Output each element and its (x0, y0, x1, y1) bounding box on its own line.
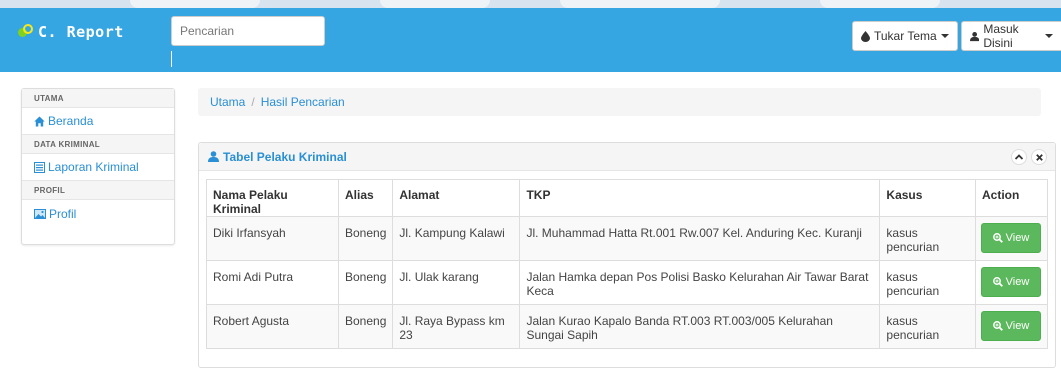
zoom-in-icon (992, 233, 1003, 243)
cell-action: View (974, 304, 1049, 349)
cell-tkp: Jl. Muhammad Hatta Rt.001 Rw.007 Kel. An… (519, 216, 881, 261)
cell-action: View (974, 260, 1049, 305)
cell-alias: Boneng (337, 304, 394, 349)
caret-down-icon (1045, 34, 1053, 38)
text-cursor (171, 51, 172, 67)
sidebar-heading-data-kriminal: DATA KRIMINAL (22, 135, 174, 154)
decor-wave (380, 0, 490, 8)
panel-title: Tabel Pelaku Kriminal (223, 149, 347, 164)
brand-logo[interactable]: C. Report (18, 23, 124, 41)
cell-kasus: kasus pencurian (879, 260, 976, 305)
criminal-table: Nama Pelaku Kriminal Alias Alamat TKP Ka… (206, 179, 1049, 349)
breadcrumb-link-hasil-pencarian[interactable]: Hasil Pencarian (261, 95, 345, 109)
panel-header: Tabel Pelaku Kriminal (199, 143, 1055, 171)
column-header-action: Action (974, 179, 1049, 217)
login-dropdown-button[interactable]: Masuk Disini (961, 21, 1061, 51)
navbar: C. Report Tukar Tema Masuk Disini (0, 8, 1061, 72)
cell-tkp: Jalan Hamka depan Pos Polisi Basko Kelur… (519, 260, 881, 305)
login-button-label: Masuk Disini (983, 22, 1019, 50)
table-row: Romi Adi Putra Boneng Jl. Ulak karang Ja… (206, 260, 1049, 305)
decor-wave (560, 0, 720, 8)
search-input[interactable] (171, 16, 325, 46)
home-icon (34, 116, 45, 126)
sidebar-heading-profil: PROFIL (22, 181, 174, 200)
column-header-nama: Nama Pelaku Kriminal (206, 179, 339, 217)
table-row: Diki Irfansyah Boneng Jl. Kampung Kalawi… (206, 216, 1049, 261)
view-button-label: View (1005, 232, 1030, 244)
panel-tools (1011, 149, 1047, 165)
cell-alamat: Jl. Ulak karang (392, 260, 521, 305)
sidebar-heading-utama: UTAMA (22, 89, 174, 108)
sidebar-item-label: Profil (49, 206, 77, 221)
user-icon (970, 31, 980, 41)
cell-alias: Boneng (337, 216, 394, 261)
decor-wave (130, 0, 260, 8)
column-header-alamat: Alamat (392, 179, 521, 217)
column-header-kasus: Kasus (879, 179, 976, 217)
view-button[interactable]: View (980, 223, 1041, 253)
brand-name: C. Report (38, 23, 124, 41)
sidebar-item-label: Beranda (48, 114, 94, 128)
zoom-in-icon (992, 321, 1003, 331)
logo-icon (18, 24, 34, 40)
column-header-alias: Alias (337, 179, 394, 217)
view-button[interactable]: View (980, 267, 1041, 297)
collapse-button[interactable] (1011, 149, 1027, 165)
close-icon (1035, 153, 1043, 161)
cell-kasus: kasus pencurian (879, 216, 976, 261)
cell-alias: Boneng (337, 260, 394, 305)
list-icon (34, 161, 45, 173)
sidebar: UTAMA Beranda DATA KRIMINAL Laporan Krim… (21, 88, 175, 245)
sidebar-item-beranda[interactable]: Beranda (22, 108, 174, 135)
cell-alamat: Jl. Raya Bypass km 23 (392, 304, 521, 349)
table-header-row: Nama Pelaku Kriminal Alias Alamat TKP Ka… (206, 179, 1049, 217)
sidebar-item-laporan-kriminal[interactable]: Laporan Kriminal (22, 154, 174, 181)
zoom-in-icon (992, 277, 1003, 287)
user-icon (208, 151, 219, 162)
criminal-table-panel: Tabel Pelaku Kriminal Nama Pelaku Krimin… (198, 142, 1056, 368)
sidebar-item-profil[interactable]: Profil (22, 200, 174, 227)
view-button[interactable]: View (980, 311, 1041, 341)
cell-nama: Romi Adi Putra (206, 260, 339, 305)
close-button[interactable] (1031, 149, 1047, 165)
view-button-label: View (1005, 276, 1030, 288)
theme-dropdown-button[interactable]: Tukar Tema (852, 21, 958, 51)
cell-action: View (974, 216, 1049, 261)
picture-icon (34, 208, 46, 219)
breadcrumb-link-utama[interactable]: Utama (210, 95, 245, 109)
breadcrumb: Utama / Hasil Pencarian (198, 88, 1041, 116)
table-row: Robert Agusta Boneng Jl. Raya Bypass km … (206, 304, 1049, 349)
caret-down-icon (940, 34, 949, 38)
cell-alamat: Jl. Kampung Kalawi (392, 216, 521, 261)
sidebar-item-label: Laporan Kriminal (48, 160, 139, 174)
chevron-up-icon (1015, 154, 1023, 160)
droplet-icon (861, 30, 870, 42)
cell-nama: Diki Irfansyah (206, 216, 339, 261)
column-header-tkp: TKP (519, 179, 881, 217)
cell-kasus: kasus pencurian (879, 304, 976, 349)
top-strip (0, 0, 1061, 8)
cell-tkp: Jalan Kurao Kapalo Banda RT.003 RT.003/0… (519, 304, 881, 349)
theme-button-label: Tukar Tema (874, 29, 937, 43)
cell-nama: Robert Agusta (206, 304, 339, 349)
decor-wave (820, 0, 940, 8)
breadcrumb-separator: / (251, 95, 255, 109)
view-button-label: View (1005, 320, 1030, 332)
